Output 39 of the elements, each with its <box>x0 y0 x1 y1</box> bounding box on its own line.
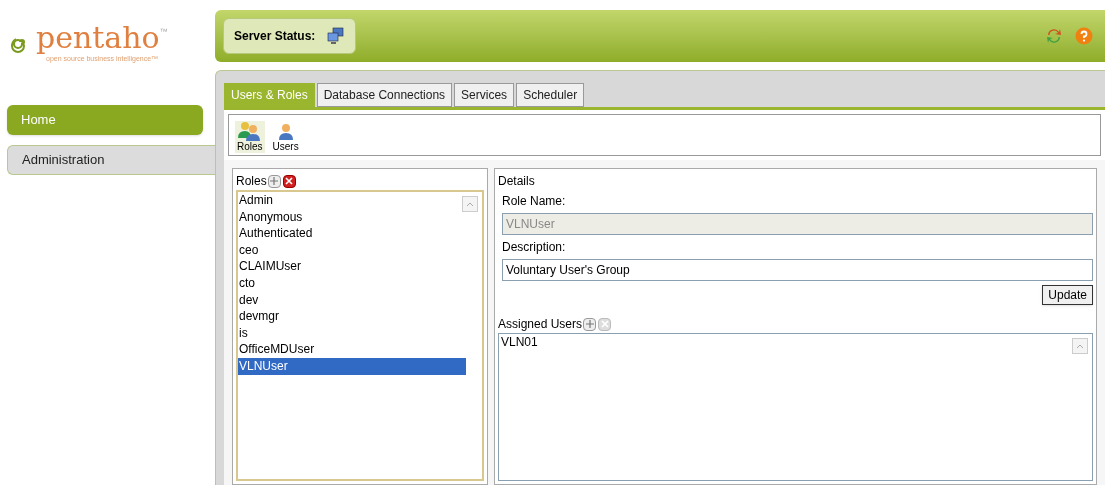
person-icon <box>277 123 294 141</box>
logo-wordmark: pentaho <box>36 22 160 54</box>
description-label: Description: <box>501 239 567 256</box>
role-item[interactable]: devmgr <box>238 308 466 325</box>
update-button[interactable]: Update <box>1042 285 1093 305</box>
caret-up-icon <box>466 201 474 207</box>
tab[interactable]: Services <box>454 83 515 107</box>
role-item[interactable]: CLAIMUser <box>238 258 466 275</box>
nav-item[interactable]: Administration <box>7 145 215 175</box>
description-field[interactable]: Voluntary User's Group <box>502 259 1093 281</box>
role-item[interactable]: is <box>238 324 466 342</box>
tab[interactable]: Database Connections <box>316 83 453 107</box>
remove-button[interactable] <box>282 174 296 188</box>
role-item[interactable]: OfficeMDUser <box>238 341 466 358</box>
toolbar-button[interactable]: Users <box>270 123 301 153</box>
role-item[interactable]: VLNUser <box>238 357 466 375</box>
details-heading: Details <box>498 173 536 190</box>
scroll-up-button[interactable] <box>462 196 478 212</box>
role-item[interactable]: Admin <box>238 192 466 209</box>
refresh-icon[interactable] <box>1045 27 1063 45</box>
caret-up-icon <box>1076 343 1084 349</box>
trademark-sign: ™ <box>159 26 168 38</box>
server-status-label: Server Status: <box>234 28 316 45</box>
assigned-users-label: Assigned Users <box>498 316 583 333</box>
roles-label: Roles <box>236 173 267 190</box>
network-computer-icon <box>327 27 346 45</box>
user-item[interactable]: VLN01 <box>499 334 1072 350</box>
help-icon[interactable] <box>1075 27 1093 45</box>
role-item[interactable]: cto <box>238 274 466 292</box>
role-item[interactable]: ceo <box>238 241 466 259</box>
toolbar-button[interactable]: Roles <box>235 121 265 153</box>
add-button[interactable] <box>583 317 597 331</box>
people-icon <box>237 121 262 141</box>
role-item[interactable]: Authenticated <box>238 225 466 242</box>
scroll-up-button[interactable] <box>1072 338 1088 354</box>
role-item[interactable]: Anonymous <box>238 208 466 226</box>
role-item[interactable]: dev <box>238 291 466 309</box>
tab[interactable]: Scheduler <box>516 83 585 107</box>
role-name-label: Role Name: <box>501 193 567 210</box>
